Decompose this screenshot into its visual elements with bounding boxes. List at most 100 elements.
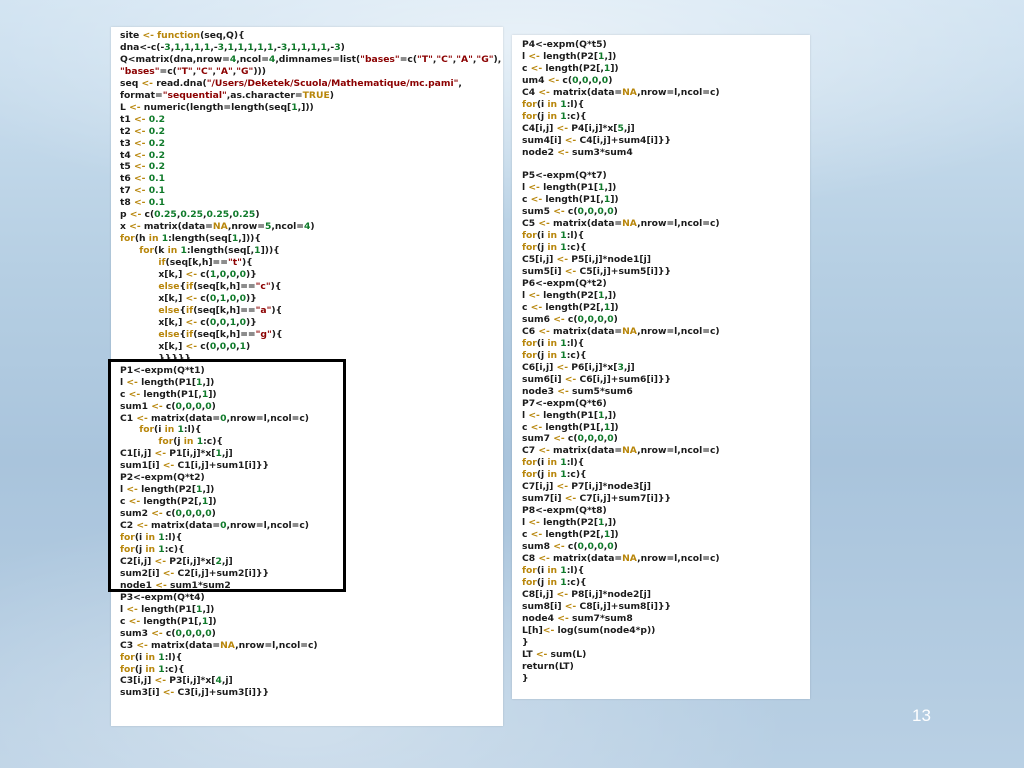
code-token: :c){	[164, 663, 185, 675]
code-token: <-	[528, 182, 540, 194]
code-token: NA	[622, 218, 638, 230]
code-line: sum6[i] <- C6[i,j]+sum6[i]}}	[522, 374, 720, 386]
code-token: c(	[141, 209, 155, 221]
code-token: (i	[134, 651, 146, 663]
code-token: L	[120, 101, 130, 113]
code-token: <-	[133, 113, 146, 125]
code-token: in	[547, 576, 558, 588]
code-token: <-	[133, 197, 146, 209]
code-line: for(i in 1:l){	[522, 457, 720, 469]
code-token: ])	[208, 388, 217, 400]
code-line: for(j in 1:c){	[522, 350, 720, 362]
code-line: t6 <- 0.1	[120, 173, 501, 185]
code-token: :length(seq[	[168, 233, 232, 245]
code-token: P4[i,j]*x[	[568, 122, 618, 134]
code-token: "A"	[456, 53, 473, 65]
code-token: in	[547, 230, 558, 242]
code-token: :l){	[183, 424, 202, 436]
code-token: log(sum(node4*p))	[554, 624, 656, 636]
code-token: sum6[i]	[522, 373, 565, 385]
code-token: c(	[559, 74, 573, 86]
code-token: P2<-expm(Q*t2)	[120, 472, 205, 484]
code-token: "bases"	[360, 53, 400, 65]
code-token: <-	[553, 313, 565, 325]
code-line: for(i in 1:l){	[120, 532, 501, 544]
code-token: 0.25	[180, 209, 203, 221]
code-token: <-	[129, 101, 141, 113]
code-token: <-	[142, 30, 154, 41]
code-token: c(	[564, 433, 578, 445]
code-token: ,j]	[623, 122, 635, 134]
code-token: {	[275, 328, 283, 340]
code-token: c(	[197, 292, 210, 304]
code-token: <-	[133, 161, 146, 173]
code-token: <-	[133, 149, 146, 161]
code-token: ,])){	[238, 233, 261, 245]
code-token: <-	[129, 209, 142, 221]
code-token: <-	[556, 361, 569, 373]
code-token: ,-	[273, 41, 281, 53]
code-token: ,ncol=	[236, 53, 269, 65]
code-token: sum2	[120, 508, 152, 520]
code-line: sum2[i] <- C2[i,j]+sum2[i]}}	[120, 568, 501, 580]
code-token: length(P2[	[539, 517, 599, 529]
code-token: P1<-expm(Q*t1)	[120, 364, 205, 376]
code-token: ,	[458, 77, 462, 89]
code-token: ])	[610, 421, 619, 433]
code-token: 0.1	[148, 197, 165, 209]
code-token: ,nrow=l,ncol=c)	[637, 552, 720, 564]
code-token: in	[148, 233, 159, 245]
code-line: sum6 <- c(0,0,0,0)	[522, 314, 720, 326]
code-token: length(P2[,	[542, 301, 604, 313]
code-token: <-	[528, 409, 540, 421]
code-token: 0.2	[148, 149, 165, 161]
code-token: ,])	[604, 517, 617, 529]
code-line: sum8 <- c(0,0,0,0)	[522, 541, 720, 553]
code-line: c <- length(P2[,1])	[120, 496, 501, 508]
code-token: for	[139, 424, 155, 436]
code-token: )}	[246, 269, 257, 281]
code-token: node4	[522, 612, 558, 624]
code-token: sum7*sum8	[568, 612, 633, 624]
code-token: P7<-expm(Q*t6)	[522, 397, 607, 409]
code-token: C5	[522, 218, 539, 230]
code-token: <-	[557, 385, 569, 397]
code-line: L <- numeric(length=length(seq[1,]))	[120, 102, 501, 114]
code-token: x[k,]	[120, 316, 186, 328]
code-token: C1[i,j]	[120, 448, 155, 460]
code-token: c	[522, 421, 531, 433]
code-token: sum3*sum4	[568, 146, 633, 158]
code-line: LT <- sum(L)	[522, 649, 720, 661]
code-token: in	[145, 532, 156, 544]
code-panel-right: P4<-expm(Q*t5) l <- length(P2[1,]) c <- le…	[512, 35, 810, 699]
code-token: <-	[530, 194, 543, 206]
code-token: P4<-expm(Q*t5)	[522, 39, 607, 50]
code-token: t8	[120, 197, 134, 209]
code-line: C4[i,j] <- P4[i,j]*x[5,j]	[522, 123, 720, 135]
code-token: <-	[528, 290, 540, 302]
code-token: length(P1[,	[542, 421, 604, 433]
code-token: c(	[162, 627, 176, 639]
code-token: P3[i,j]*x[	[166, 675, 216, 687]
code-token: t6	[120, 173, 134, 185]
code-token: (j	[536, 349, 548, 361]
code-token: <-	[538, 325, 550, 337]
code-line: else{if(seq[k,h]=="a"){	[120, 305, 501, 317]
code-token: sum4[i]	[522, 134, 565, 146]
code-line: "bases"=c("T","C","A","G")))	[120, 66, 501, 78]
code-token: ,nrow=l,ncol=c)	[637, 218, 720, 230]
code-line: node2 <- sum3*sum4	[522, 147, 720, 159]
code-token: c(	[197, 316, 210, 328]
code-token: :l){	[566, 457, 585, 469]
code-token: t4	[120, 149, 134, 161]
code-token: sum3	[120, 627, 152, 639]
code-token: c	[522, 194, 531, 206]
code-token: ])	[610, 301, 619, 313]
code-panel-left: site <- function(seq,Q){dna<-c(-3,1,1,1,…	[111, 27, 503, 726]
code-line: C2 <- matrix(data=0,nrow=l,ncol=c)	[120, 520, 501, 532]
code-token: matrix(data=	[140, 221, 213, 233]
code-line: sum7 <- c(0,0,0,0)	[522, 433, 720, 445]
code-token: c(	[162, 400, 176, 412]
code-token: in	[145, 543, 156, 555]
